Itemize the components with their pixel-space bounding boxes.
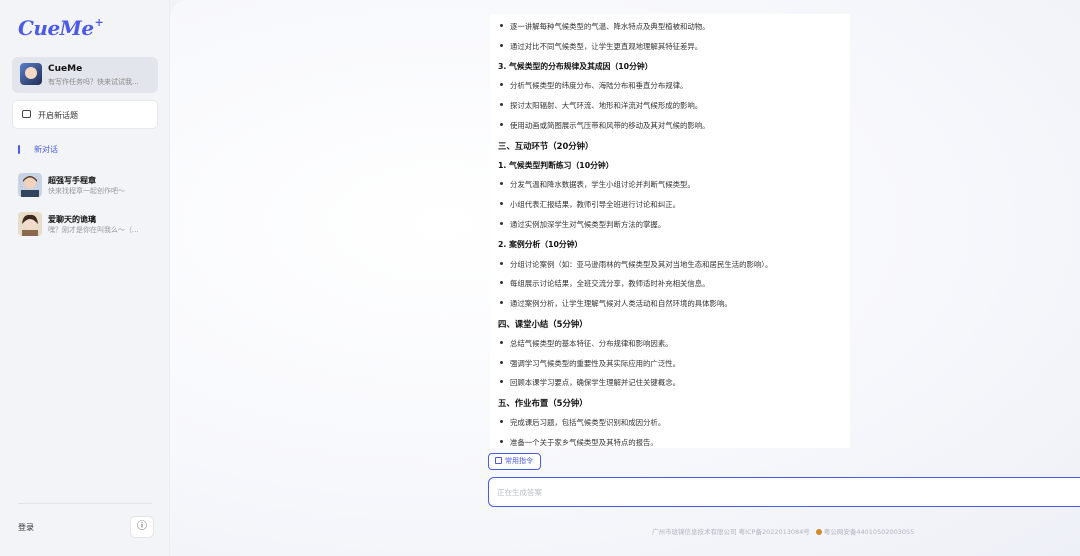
current-bot-card[interactable]: CueMe 有写作任务吗？快来试试我... [12,57,158,93]
main-area: 逐一讲解每种气候类型的气温、降水特点及典型植被和动物。 通过对比不同气候类型，让学… [170,0,1080,556]
bullet-text: 分发气温和降水数据表，学生小组讨论并判断气候类型。 [510,180,695,190]
sidebar-item-new-chat[interactable]: 新对话 [18,144,58,155]
bullet-dot [500,24,503,27]
bot-avatar [20,63,42,85]
bullet-text: 每组展示讨论结果，全班交流分享，教师适时补充相关信息。 [510,279,710,289]
bullet-text: 通过对比不同气候类型，让学生更直观地理解其特征差异。 [510,41,703,51]
login-link[interactable]: 登录 [18,522,34,533]
chat-avatar [18,173,42,197]
bullet-item: 回顾本课学习要点，确保学生理解并记住关键概念。 [498,377,680,388]
footer-icp[interactable]: 粤ICP备2022013084号 [739,528,810,536]
bullet-item: 探讨太阳辐射、大气环流、地形和洋流对气候形成的影响。 [498,100,702,111]
chat-subtitle: 嘿？刚才是你在叫我么～（... [48,226,139,234]
footer-police[interactable]: 粤公网安备44010502003055 [824,528,914,536]
bullet-item: 小组代表汇报结果，教师引导全班进行讨论和纠正。 [498,199,680,210]
bullet-dot [500,420,503,423]
bullet-item: 通过实例加深学生对气候类型判断方法的掌握。 [498,219,665,230]
bot-description: 有写作任务吗？快来试试我... [48,78,139,86]
chat-item[interactable]: 超强写手程章 快来找程章一起创作吧～ [18,173,163,199]
bullet-text: 探讨太阳辐射、大气环流、地形和洋流对气候形成的影响。 [510,101,703,111]
subsection-heading: 3. 气候类型的分布规律及其成因（10分钟） [498,61,653,71]
bullet-text: 分组讨论案例（如：亚马逊雨林的气候类型及其对当地生态和居民生活的影响）。 [510,259,773,269]
bullet-text: 通过实例加深学生对气候类型判断方法的掌握。 [510,220,666,229]
bullet-dot [500,261,503,265]
bot-name: CueMe [48,64,83,74]
bullet-text: 逐一讲解每种气候类型的气温、降水特点及典型植被和动物。 [510,22,710,31]
bullet-item: 每组展示讨论结果，全班交流分享，教师适时补充相关信息。 [498,278,710,289]
bullet-dot [500,43,503,47]
chat-bubble-icon [22,110,31,118]
common-commands-label: 常用指令 [505,457,533,465]
bullet-dot [500,123,503,126]
bullet-text: 分析气候类型的纬度分布、海陆分布和垂直分布规律。 [510,81,688,91]
chat-avatar [18,212,42,236]
bullet-dot [500,340,503,344]
footer-company: 广州市珑锦信息技术有限公司 [652,528,737,536]
bullet-text: 小组代表汇报结果，教师引导全班进行讨论和纠正。 [510,200,680,210]
bullet-text: 准备一个关于家乡气候类型及其特点的报告。 [510,437,658,447]
bullet-text: 使用动画或简图展示气压带和风带的移动及其对气候的影响。 [510,121,710,130]
chat-item[interactable]: 爱聊天的诡璃 嘿？刚才是你在叫我么～（... [18,212,163,238]
message-input[interactable] [497,485,1057,499]
info-icon[interactable]: ⓘ [130,516,154,538]
chat-subtitle: 快来找程章一起创作吧～ [48,187,125,195]
sparkle-icon: + [94,16,104,29]
answer-content: 逐一讲解每种气候类型的气温、降水特点及典型植被和动物。 通过对比不同气候类型，让学… [490,14,850,448]
bullet-dot [500,360,503,364]
new-topic-button[interactable]: 开启新话题 [12,100,158,129]
chat-title: 爱聊天的诡璃 [48,215,96,224]
bullet-text: 通过案例分析，让学生理解气候对人类活动和自然环境的具体影响。 [510,299,732,309]
footer: 广州市珑锦信息技术有限公司 粤ICP备2022013084号 粤公网安备4401… [652,526,914,536]
sidebar: CueMe+ CueMe 有写作任务吗？快来试试我... 开启新话题 新对话 超… [0,0,170,556]
command-icon [495,457,502,464]
section-heading: 三、互动环节（20分钟） [498,140,594,151]
bullet-item: 分析气候类型的纬度分布、海陆分布和垂直分布规律。 [498,80,687,91]
bullet-text: 回顾本课学习要点，确保学生理解并记住关键概念。 [510,378,680,388]
bullet-dot [500,222,503,225]
message-composer [488,477,1080,507]
bullet-item: 使用动画或简图展示气压带和风带的移动及其对气候的影响。 [498,120,710,131]
sidebar-divider [18,503,152,504]
section-heading: 四、课堂小结（5分钟） [498,319,588,329]
bullet-item: 准备一个关于家乡气候类型及其特点的报告。 [498,437,658,448]
section-heading: 五、作业布置（5分钟） [498,398,588,409]
subsection-heading: 2. 案例分析（10分钟） [498,239,583,249]
common-commands-button[interactable]: 常用指令 [488,453,541,470]
subsection-heading: 1. 气候类型判断练习（10分钟） [498,160,614,170]
bullet-item: 总结气候类型的基本特征、分布规律和影响因素。 [498,338,673,349]
bullet-text: 强调学习气候类型的重要性及其实际应用的广泛性。 [510,358,680,368]
bullet-item: 通过案例分析，让学生理解气候对人类活动和自然环境的具体影响。 [498,298,732,309]
police-emblem-icon [815,529,822,535]
new-chat-label: 新对话 [34,145,58,154]
chat-title: 超强写手程章 [48,176,96,185]
bullet-item: 通过对比不同气候类型，让学生更直观地理解其特征差异。 [498,41,702,52]
bullet-item: 分组讨论案例（如：亚马逊雨林的气候类型及其对当地生态和居民生活的影响）。 [498,259,772,270]
bullet-text: 完成课后习题，包括气候类型识别和成因分析。 [510,418,666,427]
bullet-dot [500,439,503,443]
bullet-text: 总结气候类型的基本特征、分布规律和影响因素。 [510,338,673,348]
new-topic-label: 开启新话题 [38,111,78,120]
active-indicator [18,145,20,154]
bullet-item: 分发气温和降水数据表，学生小组讨论并判断气候类型。 [498,179,695,190]
bullet-item: 完成课后习题，包括气候类型识别和成因分析。 [498,417,665,428]
cueme-logo[interactable]: CueMe+ [18,16,104,40]
bullet-item: 逐一讲解每种气候类型的气温、降水特点及典型植被和动物。 [498,21,710,32]
bullet-item: 强调学习气候类型的重要性及其实际应用的广泛性。 [498,358,680,369]
